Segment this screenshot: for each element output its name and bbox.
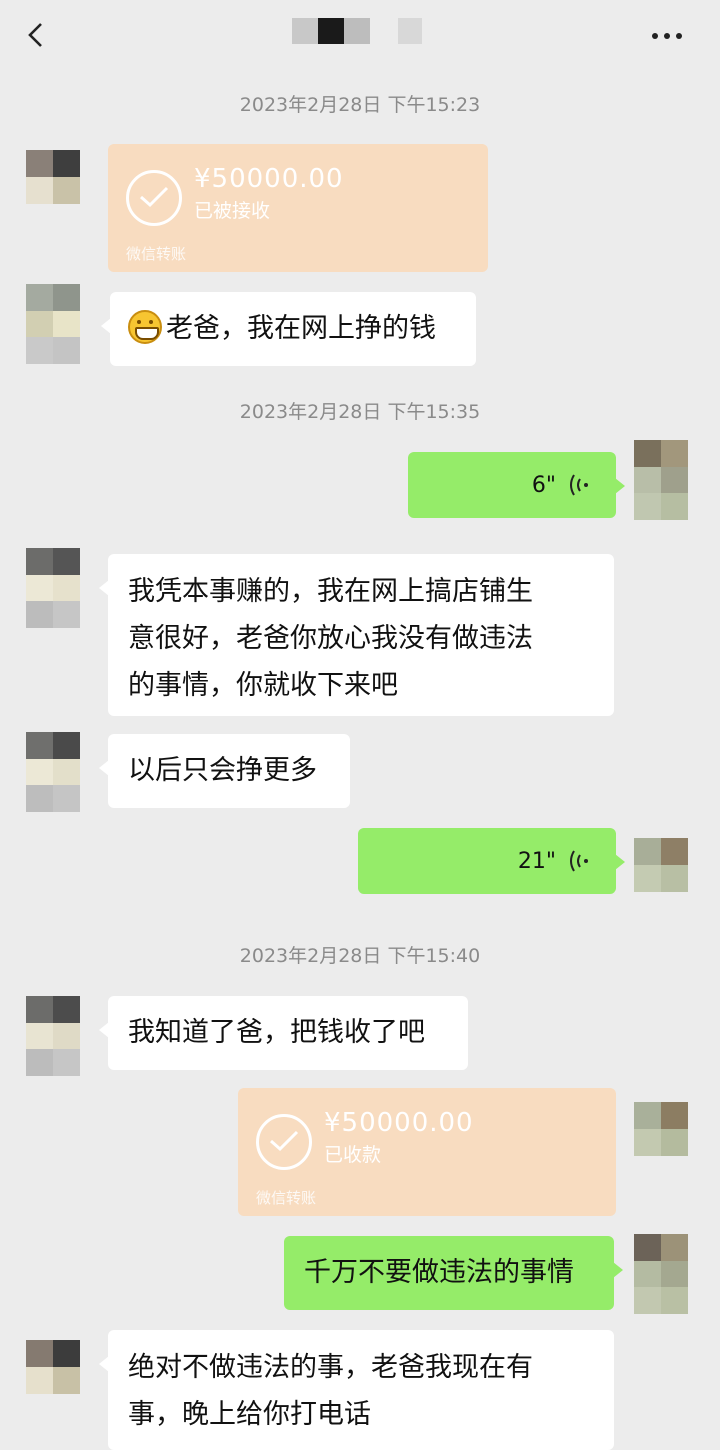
- avatar[interactable]: [26, 1340, 80, 1394]
- transfer-footer: 微信转账: [256, 1189, 317, 1207]
- message-text-line: 绝对不做违法的事，老爸我现在有: [128, 1352, 533, 1383]
- voice-message[interactable]: 6": [408, 452, 625, 518]
- avatar[interactable]: [26, 548, 80, 628]
- chevron-left-icon[interactable]: [20, 18, 54, 52]
- message-bubble[interactable]: 绝对不做违法的事，老爸我现在有 事，晚上给你打电话: [99, 1330, 614, 1450]
- voice-message[interactable]: 21": [358, 828, 625, 894]
- transfer-status: 已被接收: [194, 200, 271, 222]
- message-bubble[interactable]: 我知道了爸，把钱收了吧: [99, 996, 468, 1070]
- my-avatar[interactable]: [634, 838, 688, 892]
- check-circle-icon: [126, 170, 182, 226]
- message-text: 我知道了爸，把钱收了吧: [128, 1017, 425, 1048]
- timestamp: 2023年2月28日 下午15:40: [239, 945, 481, 967]
- transfer-card[interactable]: ¥50000.00 已收款 微信转账: [238, 1088, 616, 1216]
- message-text-line: 的事情，你就收下来吧: [128, 670, 398, 701]
- transfer-card[interactable]: ¥50000.00 已被接收 微信转账: [108, 144, 488, 272]
- message-bubble[interactable]: 我凭本事赚的，我在网上搞店铺生 意很好，老爸你放心我没有做违法 的事情，你就收下…: [99, 554, 614, 716]
- avatar[interactable]: [26, 996, 80, 1076]
- my-avatar[interactable]: [634, 440, 688, 520]
- top-bar: [0, 0, 720, 70]
- message-bubble[interactable]: 老爸，我在网上挣的钱: [101, 292, 476, 366]
- avatar[interactable]: [26, 284, 80, 364]
- message-text: 千万不要做违法的事情: [304, 1257, 574, 1288]
- transfer-amount: ¥50000.00: [194, 164, 344, 194]
- message-text-line: 我凭本事赚的，我在网上搞店铺生: [128, 576, 533, 607]
- grin-emoji-icon: [128, 309, 162, 344]
- transfer-status: 已收款: [324, 1144, 382, 1166]
- transfer-amount: ¥50000.00: [324, 1108, 474, 1138]
- avatar[interactable]: [26, 150, 80, 204]
- avatar[interactable]: [26, 732, 80, 812]
- check-circle-icon: [256, 1114, 312, 1170]
- voice-wave-icon: [570, 850, 588, 872]
- message-text-line: 意很好，老爸你放心我没有做违法: [128, 623, 533, 654]
- message-text: 以后只会挣更多: [128, 755, 317, 786]
- voice-duration: 6": [531, 472, 556, 498]
- message-bubble[interactable]: 千万不要做违法的事情: [284, 1236, 623, 1310]
- my-avatar[interactable]: [634, 1234, 688, 1314]
- more-dots-icon[interactable]: [652, 24, 692, 44]
- my-avatar[interactable]: [634, 1102, 688, 1156]
- message-text-line: 事，晚上给你打电话: [128, 1399, 371, 1430]
- timestamp: 2023年2月28日 下午15:35: [239, 401, 481, 423]
- message-text: 老爸，我在网上挣的钱: [166, 313, 436, 344]
- voice-duration: 21": [517, 848, 556, 874]
- voice-wave-icon: [570, 474, 588, 496]
- timestamp: 2023年2月28日 下午15:23: [239, 94, 481, 116]
- message-bubble[interactable]: 以后只会挣更多: [99, 734, 350, 808]
- transfer-footer: 微信转账: [126, 245, 187, 263]
